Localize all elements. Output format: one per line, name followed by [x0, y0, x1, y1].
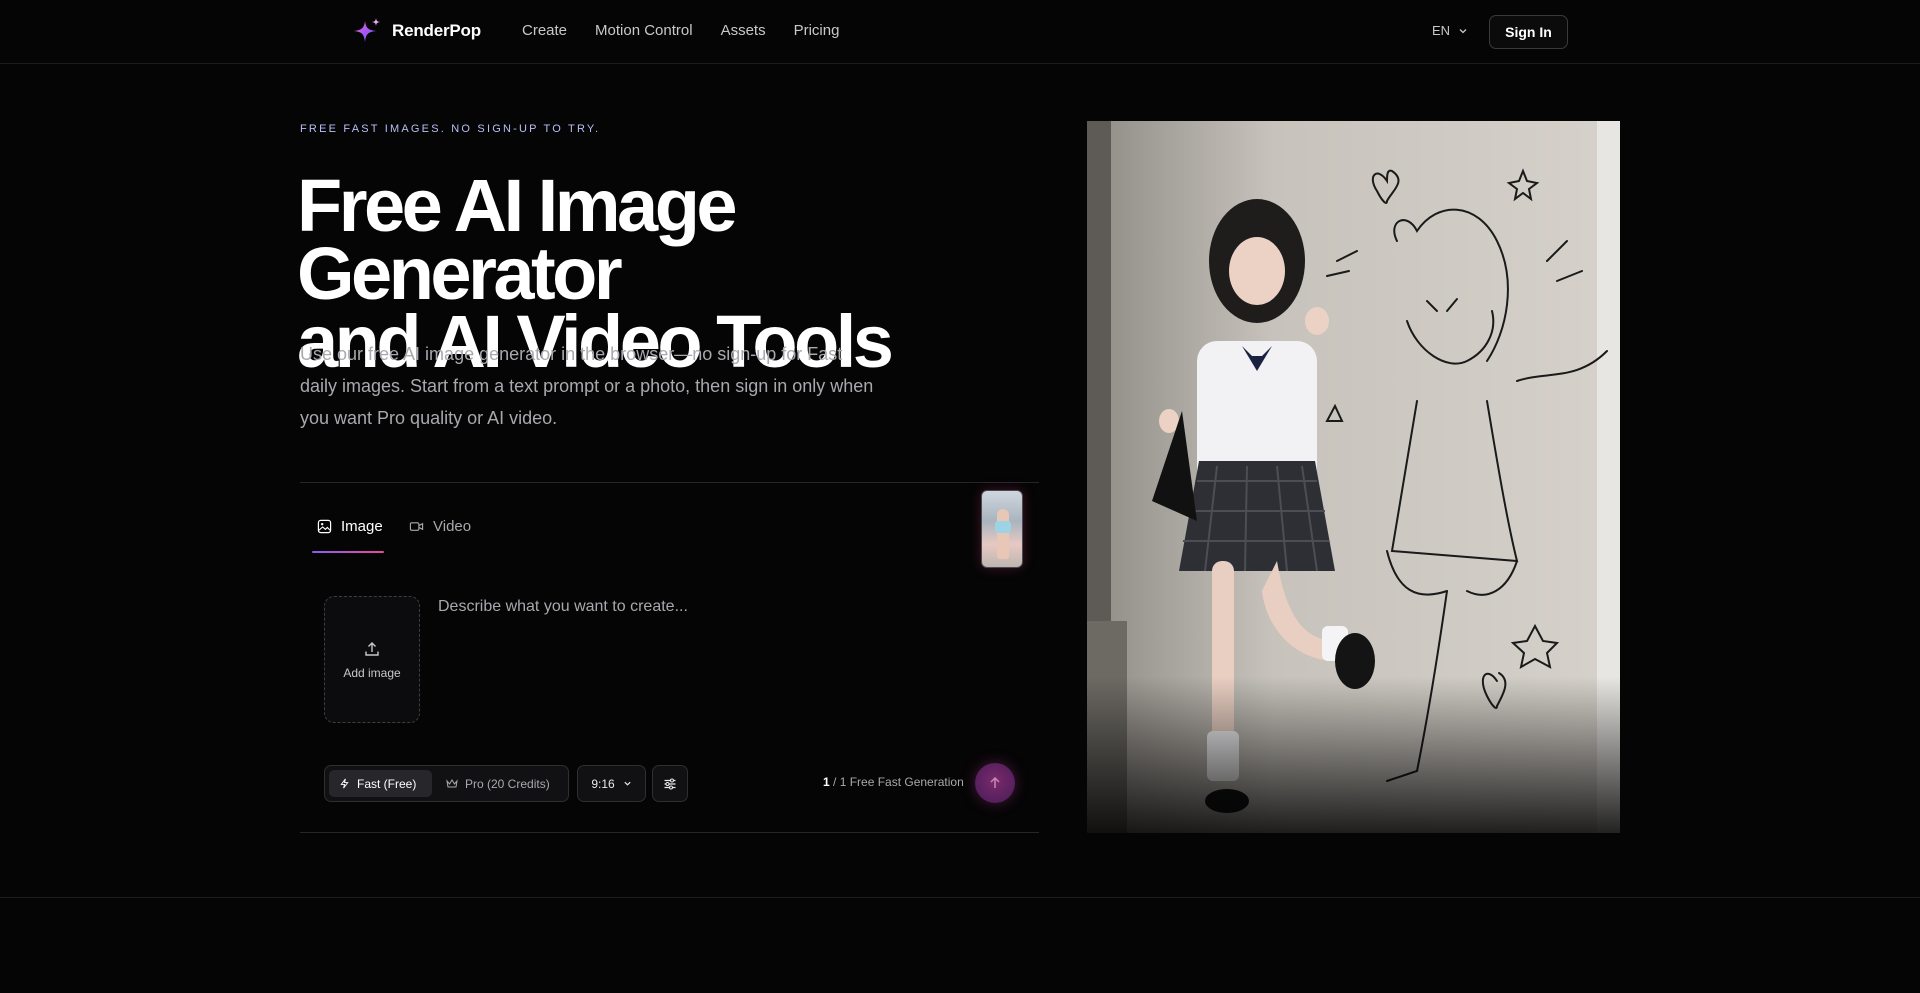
- quota-text: / 1 Free Fast Generation: [829, 775, 964, 789]
- mode-fast-label: Fast (Free): [357, 776, 417, 791]
- thumbnail-figure: [997, 509, 1009, 559]
- divider-bottom: [300, 832, 1039, 833]
- arrow-up-icon: [990, 776, 1000, 788]
- divider-top: [300, 482, 1039, 483]
- brand-logo[interactable]: RenderPop: [352, 16, 481, 46]
- hero-eyebrow: FREE FAST IMAGES. NO SIGN-UP TO TRY.: [300, 123, 601, 135]
- prompt-input[interactable]: [438, 598, 1018, 708]
- section-divider: [0, 897, 1920, 898]
- tab-image[interactable]: Image: [317, 518, 383, 535]
- tab-video-label: Video: [433, 518, 472, 535]
- mode-fast-button[interactable]: Fast (Free): [329, 770, 432, 797]
- bolt-icon: [340, 778, 349, 789]
- sign-in-button[interactable]: Sign In: [1489, 15, 1568, 49]
- chevron-down-icon: [1459, 28, 1467, 33]
- sample-thumbnail[interactable]: [981, 490, 1023, 568]
- hero-title-line-1: Free AI Image Generator: [297, 164, 738, 315]
- settings-button[interactable]: [652, 765, 688, 802]
- quality-mode-selector: Fast (Free) Pro (20 Credits): [324, 765, 569, 802]
- mode-pro-button[interactable]: Pro (20 Credits): [436, 770, 560, 797]
- add-image-button[interactable]: Add image: [324, 596, 420, 723]
- chevron-down-icon: [624, 781, 631, 786]
- generate-submit-button[interactable]: [975, 763, 1015, 803]
- image-icon: [317, 519, 332, 534]
- active-tab-indicator: [312, 551, 384, 553]
- tab-image-label: Image: [341, 518, 383, 535]
- upload-icon: [365, 641, 379, 656]
- thumbnail-clothing: [995, 521, 1011, 533]
- hero-subtitle: Use our free AI image generator in the b…: [300, 344, 874, 428]
- tab-video[interactable]: Video: [409, 518, 471, 535]
- sparkle-star-icon: [354, 18, 380, 42]
- hero-sample-image: [1087, 121, 1620, 833]
- language-label: EN: [1432, 23, 1451, 38]
- brand-name: RenderPop: [392, 21, 481, 40]
- nav-item-pricing[interactable]: Pricing: [794, 22, 840, 39]
- mode-pro-label: Pro (20 Credits): [465, 776, 550, 791]
- generation-quota: 1 / 1 Free Fast Generation: [823, 775, 964, 789]
- nav-item-assets[interactable]: Assets: [721, 22, 766, 39]
- sliders-icon: [664, 777, 676, 790]
- add-image-label: Add image: [343, 665, 401, 680]
- main-nav: Create Motion Control Assets Pricing: [522, 22, 839, 39]
- language-selector[interactable]: EN: [1432, 23, 1468, 38]
- nav-item-create[interactable]: Create: [522, 22, 567, 39]
- video-camera-icon: [409, 522, 424, 531]
- top-header: RenderPop Create Motion Control Assets P…: [0, 0, 1920, 64]
- quota-used: 1: [823, 775, 830, 789]
- aspect-ratio-dropdown[interactable]: 9:16: [577, 765, 646, 802]
- crown-icon: [446, 779, 458, 788]
- nav-item-motion-control[interactable]: Motion Control: [595, 22, 693, 39]
- aspect-ratio-value: 9:16: [591, 776, 615, 791]
